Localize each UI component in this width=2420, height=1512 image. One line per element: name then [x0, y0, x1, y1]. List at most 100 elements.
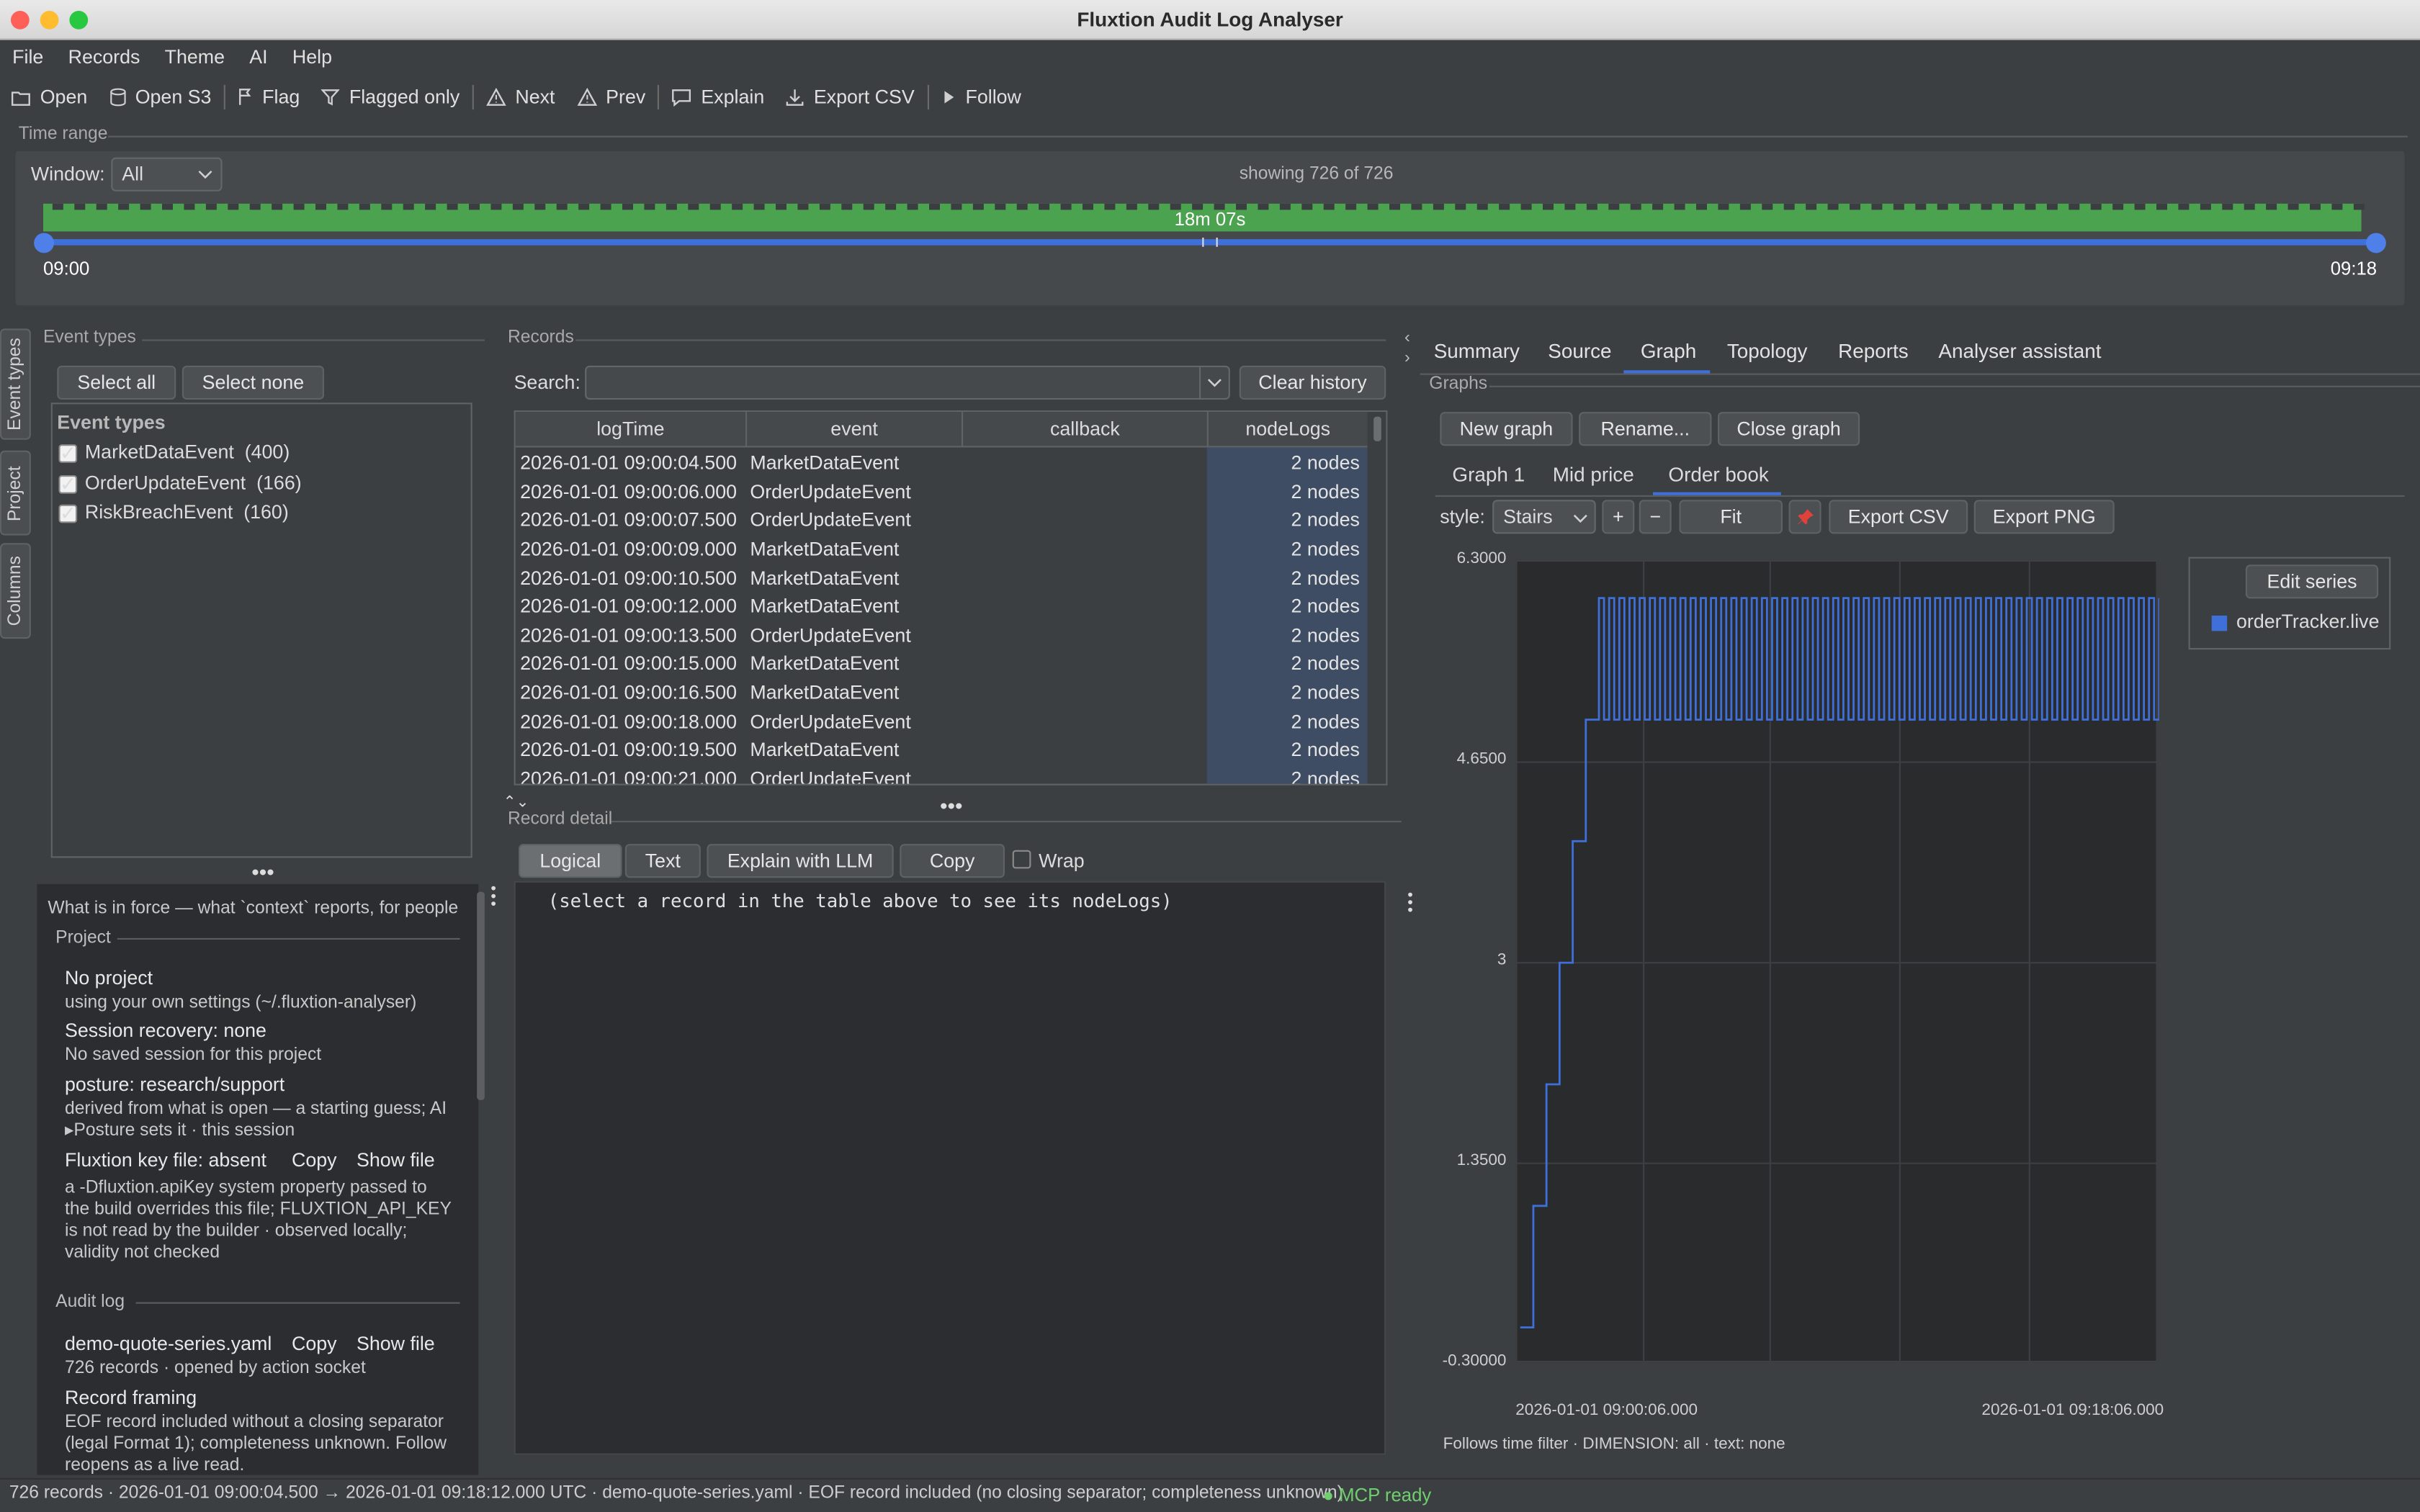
more-vertical-icon[interactable]: • • •: [1407, 888, 1413, 919]
collapse-panel-arrows[interactable]: ‹ ›: [1404, 328, 1410, 369]
flagged-only-button[interactable]: Flagged only: [310, 78, 470, 115]
checkbox[interactable]: ✓: [58, 503, 78, 525]
chevron-down-icon[interactable]: [1207, 378, 1222, 389]
table-row[interactable]: 2026-01-01 09:00:09.000 MarketDataEvent 2 …: [516, 535, 1365, 564]
rename-graph-button[interactable]: Rename...: [1579, 412, 1712, 446]
range-start-handle[interactable]: [34, 233, 54, 253]
wrap-checkbox[interactable]: Wrap: [1012, 850, 1085, 872]
table-row[interactable]: 2026-01-01 09:00:04.500 MarketDataEvent 2 …: [516, 449, 1365, 478]
table-row[interactable]: 2026-01-01 09:00:15.000 MarketDataEvent 2 …: [516, 649, 1365, 678]
table-cell: 2 nodes: [1291, 624, 1360, 647]
style-select[interactable]: Stairs: [1492, 500, 1596, 534]
table-row[interactable]: 2026-01-01 09:00:12.000 MarketDataEvent 2 …: [516, 593, 1365, 621]
context-scrollbar[interactable]: [477, 891, 485, 1100]
tab-analyser-assistant[interactable]: Analyser assistant: [1938, 339, 2101, 362]
record-detail-view[interactable]: (select a record in the table above to s…: [514, 881, 1386, 1455]
column-header-event[interactable]: event: [747, 418, 962, 440]
table-row[interactable]: 2026-01-01 09:00:13.500 OrderUpdateEvent 2…: [516, 621, 1365, 650]
prev-button[interactable]: Prev: [565, 78, 656, 115]
table-cell: 2 nodes: [1291, 768, 1360, 786]
chart-plot-area[interactable]: [1515, 559, 2161, 1364]
audit-log-section-label: Audit log: [55, 1292, 125, 1312]
select-all-button[interactable]: Select all: [57, 365, 176, 400]
explain-with-llm-button[interactable]: Explain with LLM: [707, 844, 894, 878]
audit-show-file-button[interactable]: Show file: [357, 1333, 435, 1354]
table-cell: [962, 477, 1206, 506]
close-window-button[interactable]: [11, 11, 30, 30]
copy-button[interactable]: Copy: [900, 844, 1005, 878]
menu-file[interactable]: File: [0, 46, 55, 68]
zoom-out-button[interactable]: −: [1639, 500, 1672, 534]
range-drag-grip[interactable]: [1202, 238, 1218, 247]
checkbox[interactable]: ✓: [58, 443, 78, 464]
key-file-show-button[interactable]: Show file: [357, 1149, 435, 1171]
minimize-window-button[interactable]: [40, 11, 59, 30]
export-png-button[interactable]: Export PNG: [1973, 500, 2115, 534]
graph-tab-mid-price[interactable]: Mid price: [1553, 463, 1634, 486]
side-tab-columns[interactable]: Columns: [0, 543, 31, 639]
zoom-in-button[interactable]: +: [1602, 500, 1635, 534]
export-csv-graph-button[interactable]: Export CSV: [1829, 500, 1968, 534]
table-row[interactable]: 2026-01-01 09:00:16.500 MarketDataEvent 2 …: [516, 678, 1365, 707]
follow-button[interactable]: Follow: [930, 78, 1032, 115]
key-file-copy-button[interactable]: Copy: [292, 1149, 337, 1171]
export-csv-button[interactable]: Export CSV: [775, 78, 926, 115]
menu-theme[interactable]: Theme: [153, 46, 238, 68]
table-scrollbar[interactable]: [1368, 412, 1386, 784]
table-row[interactable]: 2026-01-01 09:00:06.000 OrderUpdateEvent 2…: [516, 477, 1365, 506]
edit-series-button[interactable]: Edit series: [2245, 564, 2379, 599]
table-cell: OrderUpdateEvent: [750, 768, 911, 786]
audit-copy-button[interactable]: Copy: [292, 1333, 337, 1354]
window-select[interactable]: All: [111, 157, 223, 192]
table-cell: [962, 678, 1206, 707]
clear-history-button[interactable]: Clear history: [1239, 365, 1386, 400]
legend-series-label[interactable]: orderTracker.live: [2236, 611, 2379, 633]
splitter-grip[interactable]: •••: [940, 795, 963, 816]
graph-tab-order-book[interactable]: Order book: [1668, 463, 1768, 486]
event-type-item[interactable]: ✓ RiskBreachEvent (160): [58, 501, 289, 525]
select-none-button[interactable]: Select none: [182, 365, 324, 400]
new-graph-button[interactable]: New graph: [1440, 412, 1573, 446]
tab-source[interactable]: Source: [1548, 339, 1611, 362]
tab-topology[interactable]: Topology: [1727, 339, 1808, 362]
pin-button[interactable]: [1788, 500, 1821, 534]
splitter-grip[interactable]: •••: [251, 861, 274, 883]
fit-button[interactable]: Fit: [1679, 500, 1783, 534]
checkbox[interactable]: ✓: [58, 474, 78, 495]
menu-records[interactable]: Records: [55, 46, 152, 68]
zoom-window-button[interactable]: [69, 11, 89, 30]
table-row[interactable]: 2026-01-01 09:00:18.000 OrderUpdateEvent 2…: [516, 707, 1365, 736]
event-type-item[interactable]: ✓ OrderUpdateEvent (166): [58, 472, 302, 495]
side-tab-event-types[interactable]: Event types: [0, 328, 31, 440]
tab-graph[interactable]: Graph: [1641, 339, 1696, 362]
column-header-logtime[interactable]: logTime: [516, 418, 745, 440]
logical-toggle[interactable]: Logical: [519, 844, 622, 878]
tab-reports[interactable]: Reports: [1838, 339, 1909, 362]
posture-expander[interactable]: ▸Posture sets it · this session: [65, 1120, 295, 1142]
event-type-item[interactable]: ✓ MarketDataEvent (400): [58, 441, 290, 464]
collapse-arrows-icon[interactable]: ⌃⌄: [503, 795, 529, 812]
open-button[interactable]: Open: [0, 78, 98, 115]
open-s3-button[interactable]: Open S3: [98, 78, 222, 115]
side-tab-project[interactable]: Project: [0, 450, 31, 536]
menu-ai[interactable]: AI: [237, 46, 280, 68]
next-button[interactable]: Next: [475, 78, 566, 115]
chat-icon: [672, 89, 691, 107]
graph-tab-graph-1[interactable]: Graph 1: [1452, 463, 1525, 486]
scrollbar-thumb[interactable]: [1373, 416, 1381, 441]
table-row[interactable]: 2026-01-01 09:00:19.500 MarketDataEvent 2 …: [516, 736, 1365, 765]
explain-button[interactable]: Explain: [661, 78, 776, 115]
search-input[interactable]: [585, 365, 1230, 400]
table-row[interactable]: 2026-01-01 09:00:21.000 OrderUpdateEvent 2…: [516, 765, 1365, 786]
close-graph-button[interactable]: Close graph: [1718, 412, 1860, 446]
flag-button[interactable]: Flag: [227, 78, 310, 115]
column-header-callback[interactable]: callback: [963, 418, 1207, 440]
column-header-nodelogs[interactable]: nodeLogs: [1209, 418, 1368, 440]
table-row[interactable]: 2026-01-01 09:00:07.500 OrderUpdateEvent 2…: [516, 506, 1365, 535]
text-toggle[interactable]: Text: [624, 844, 701, 878]
more-vertical-icon[interactable]: • • •: [490, 882, 496, 913]
tab-summary[interactable]: Summary: [1434, 339, 1520, 362]
menu-help[interactable]: Help: [280, 46, 344, 68]
range-end-handle[interactable]: [2366, 233, 2386, 253]
table-row[interactable]: 2026-01-01 09:00:10.500 MarketDataEvent 2 …: [516, 564, 1365, 593]
